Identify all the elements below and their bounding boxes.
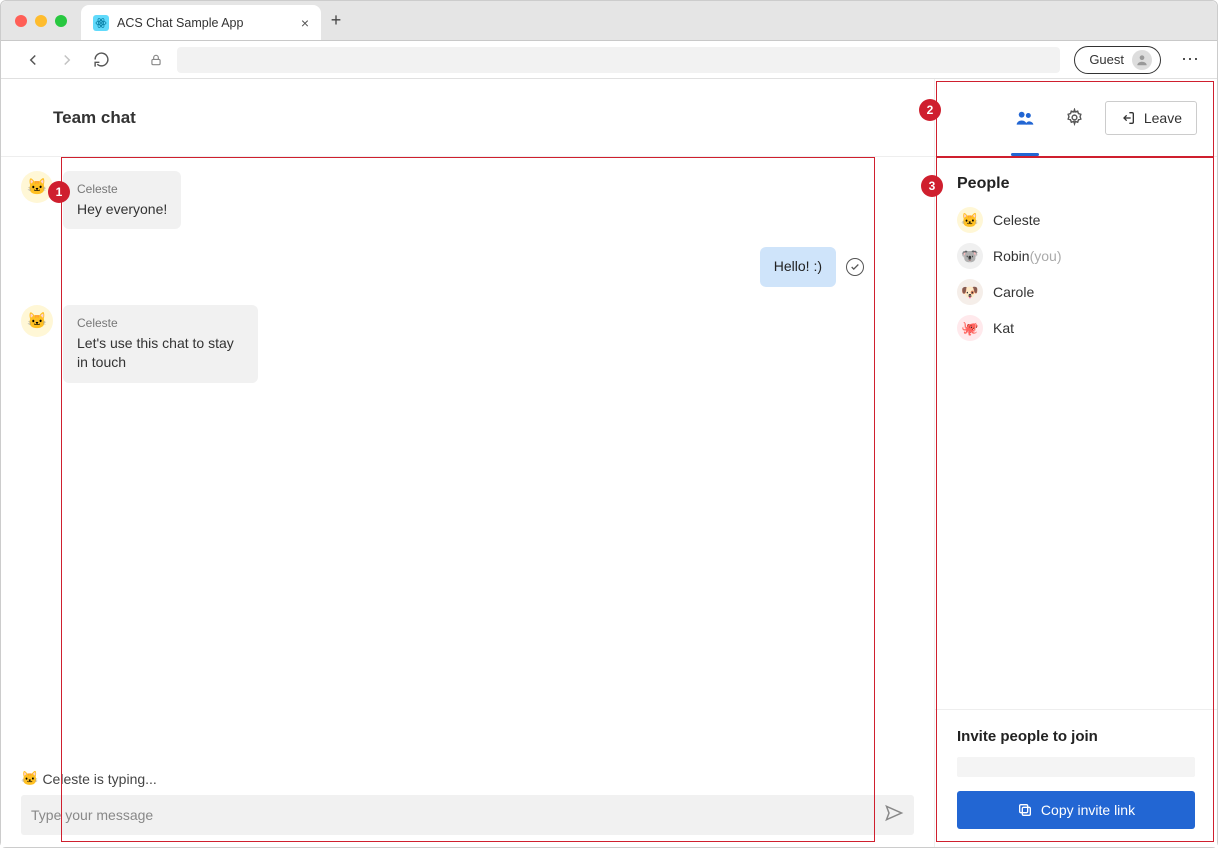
my-message-bubble: Hello! :) <box>760 247 836 287</box>
message-row: 🐱 Celeste Hey everyone! <box>21 171 914 229</box>
tab-title: ACS Chat Sample App <box>117 16 293 30</box>
gear-icon <box>1065 108 1084 127</box>
typing-indicator: 🐱 Celeste is typing... <box>21 770 157 787</box>
forward-icon[interactable] <box>57 50 77 70</box>
avatar: 🐱 <box>21 305 53 337</box>
back-icon[interactable] <box>23 50 43 70</box>
leave-button[interactable]: Leave <box>1105 101 1197 135</box>
people-heading: People <box>957 175 1195 193</box>
leave-icon <box>1120 110 1136 126</box>
close-tab-icon[interactable]: × <box>301 15 309 31</box>
settings-tab-button[interactable] <box>1055 98 1095 138</box>
people-icon <box>1015 108 1035 128</box>
window-controls <box>1 1 81 40</box>
typing-avatar-icon: 🐱 <box>21 770 38 787</box>
person-row: 🐱 Celeste <box>957 207 1195 233</box>
message-row: 🐱 Celeste Let's use this chat to stay in… <box>21 305 914 383</box>
message-body: Let's use this chat to stay in touch <box>77 334 244 373</box>
browser-tab-strip: ACS Chat Sample App × + <box>1 1 1217 41</box>
react-favicon-icon <box>93 15 109 31</box>
more-menu-icon[interactable]: ⋯ <box>1175 49 1207 70</box>
person-avatar-icon: 🐱 <box>957 207 983 233</box>
message-bubble: Celeste Let's use this chat to stay in t… <box>63 305 258 383</box>
invite-section: Invite people to join Copy invite link <box>935 709 1217 847</box>
message-sender: Celeste <box>77 315 244 332</box>
invite-link-field[interactable] <box>957 757 1195 777</box>
message-bubble: Celeste Hey everyone! <box>63 171 181 229</box>
copy-invite-label: Copy invite link <box>1041 802 1135 818</box>
person-name: Carole <box>993 284 1034 300</box>
message-sender: Celeste <box>77 181 167 198</box>
guest-avatar-icon <box>1132 50 1152 70</box>
person-name: Celeste <box>993 212 1040 228</box>
person-name: Robin(you) <box>993 248 1062 264</box>
person-avatar-icon: 🐙 <box>957 315 983 341</box>
person-avatar-icon: 🐶 <box>957 279 983 305</box>
message-list: 🐱 Celeste Hey everyone! Hello! :) 🐱 <box>1 157 934 847</box>
person-row: 🐙 Kat <box>957 315 1195 341</box>
message-row-mine: Hello! :) <box>21 247 914 287</box>
copy-invite-button[interactable]: Copy invite link <box>957 791 1195 829</box>
chat-title: Team chat <box>53 108 136 128</box>
people-tab-button[interactable] <box>1005 98 1045 138</box>
person-row: 🐶 Carole <box>957 279 1195 305</box>
message-compose[interactable] <box>21 795 914 835</box>
typing-text: Celeste is typing... <box>42 771 156 787</box>
close-window-icon[interactable] <box>15 15 27 27</box>
read-receipt-icon <box>846 258 864 276</box>
browser-toolbar: Guest ⋯ <box>1 41 1217 79</box>
lock-icon <box>149 53 163 67</box>
chat-header: Team chat <box>1 79 934 157</box>
refresh-icon[interactable] <box>91 50 111 70</box>
copy-icon <box>1017 802 1033 818</box>
person-row: 🐨 Robin(you) <box>957 243 1195 269</box>
person-avatar-icon: 🐨 <box>957 243 983 269</box>
leave-label: Leave <box>1144 110 1182 126</box>
profile-button[interactable]: Guest <box>1074 46 1161 74</box>
person-name: Kat <box>993 320 1014 336</box>
minimize-window-icon[interactable] <box>35 15 47 27</box>
avatar: 🐱 <box>21 171 53 203</box>
guest-label: Guest <box>1089 52 1124 67</box>
address-bar[interactable] <box>177 47 1060 73</box>
send-icon[interactable] <box>884 803 904 828</box>
you-tag: (you) <box>1030 248 1062 264</box>
message-body: Hello! :) <box>774 258 822 274</box>
invite-heading: Invite people to join <box>957 728 1195 745</box>
browser-tab[interactable]: ACS Chat Sample App × <box>81 5 321 40</box>
side-header: Leave <box>935 79 1217 157</box>
message-body: Hey everyone! <box>77 200 167 220</box>
people-pane: People 🐱 Celeste 🐨 Robin(you) 🐶 Carole 🐙 Kat <box>935 157 1217 709</box>
new-tab-button[interactable]: + <box>321 1 351 40</box>
message-input[interactable] <box>31 807 884 823</box>
maximize-window-icon[interactable] <box>55 15 67 27</box>
